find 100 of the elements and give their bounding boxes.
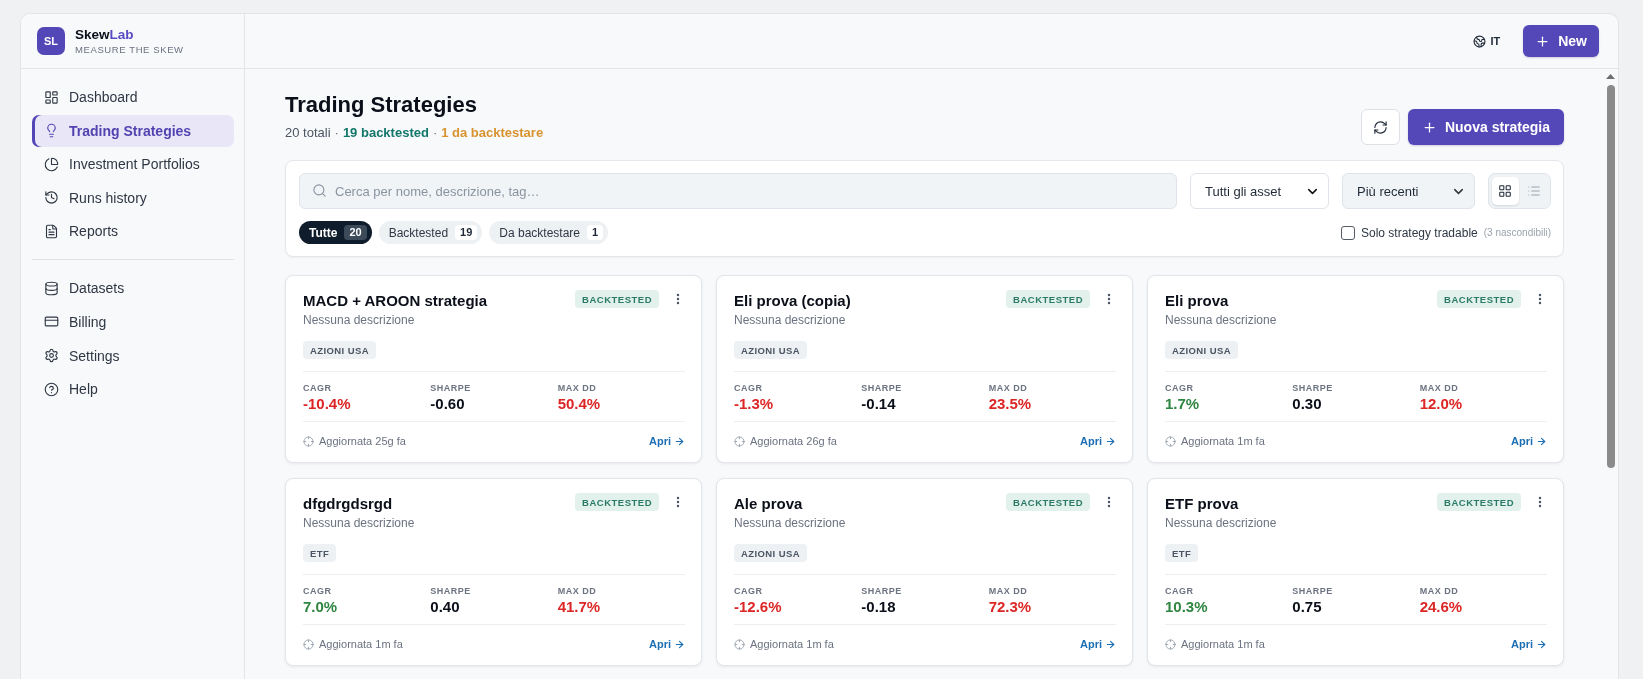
scroll-up-arrow-icon[interactable] bbox=[1606, 74, 1615, 79]
metric-label: CAGR bbox=[303, 383, 332, 394]
brand-name: SkewLab bbox=[75, 27, 135, 42]
metric-label: CAGR bbox=[303, 586, 332, 597]
document-icon bbox=[44, 223, 59, 239]
pie-chart-icon bbox=[44, 156, 59, 172]
count-badge: 1 bbox=[587, 225, 604, 240]
lightbulb-icon bbox=[44, 123, 59, 139]
sidebar-item[interactable]: Billing bbox=[32, 305, 234, 338]
filter-chip[interactable]: Tutte 20 bbox=[299, 221, 372, 244]
metric-value: -0.60 bbox=[430, 395, 465, 413]
asset-tag: AZIONI USA bbox=[734, 544, 807, 562]
sidebar-item[interactable]: Trading Strategies bbox=[32, 114, 234, 147]
metric-value: -0.18 bbox=[861, 598, 896, 616]
sidebar-item[interactable]: Runs history bbox=[32, 181, 234, 214]
sidebar-item[interactable]: Dashboard bbox=[32, 81, 234, 113]
plus-icon bbox=[1535, 33, 1551, 49]
metric-label: SHARPE bbox=[861, 383, 902, 394]
filter-chip[interactable]: Da backtestare 1 bbox=[489, 221, 609, 244]
new-button[interactable]: New bbox=[1523, 25, 1599, 57]
plus-icon bbox=[1421, 119, 1437, 135]
checkbox-label: Solo strategy tradable bbox=[1361, 225, 1478, 240]
metric-label: SHARPE bbox=[430, 383, 471, 394]
brand-tagline: MEASURE THE SKEW bbox=[75, 44, 184, 55]
database-icon bbox=[44, 280, 59, 296]
sidebar-item[interactable]: Reports bbox=[32, 215, 234, 248]
sort-select[interactable]: Più recenti bbox=[1342, 173, 1475, 209]
crosshair-icon bbox=[734, 638, 745, 650]
crosshair-icon bbox=[303, 435, 314, 447]
count-badge: 19 bbox=[455, 225, 478, 240]
open-link[interactable]: Apri bbox=[649, 435, 685, 447]
metric-value: 41.7% bbox=[557, 598, 601, 616]
metric-value: 7.0% bbox=[303, 598, 338, 616]
updated-text: Aggiornata 1m fa bbox=[750, 638, 834, 650]
grid-icon bbox=[1498, 184, 1513, 198]
arrow-right-icon bbox=[674, 638, 685, 650]
crosshair-icon bbox=[734, 435, 745, 447]
hint-text: (3 nascondibili) bbox=[1483, 227, 1551, 238]
search-icon bbox=[312, 183, 327, 198]
metric-value: 12.0% bbox=[1419, 395, 1463, 413]
sidebar-item[interactable]: Settings bbox=[32, 339, 234, 372]
count-badge: 20 bbox=[344, 225, 367, 240]
updated-text: Aggiornata 25g fa bbox=[319, 435, 406, 447]
metric-label: CAGR bbox=[1165, 383, 1194, 394]
metric-value: -1.3% bbox=[734, 395, 774, 413]
metric-value: 72.3% bbox=[988, 598, 1032, 616]
arrow-right-icon bbox=[1536, 435, 1547, 447]
metric-value: 0.75 bbox=[1292, 598, 1322, 616]
metric-label: CAGR bbox=[734, 383, 763, 394]
strategy-description: Nessuna descrizione bbox=[1165, 313, 1278, 328]
help-icon bbox=[44, 381, 59, 397]
asset-select[interactable]: Tutti gli asset bbox=[1190, 173, 1329, 209]
metric-label: SHARPE bbox=[1292, 586, 1333, 597]
search-field[interactable]: Cerca per nome, descrizione, tag… bbox=[299, 173, 1177, 209]
refresh-icon bbox=[1372, 119, 1388, 135]
open-link[interactable]: Apri bbox=[1511, 638, 1547, 650]
checkbox[interactable] bbox=[1341, 225, 1355, 240]
dashboard-icon bbox=[44, 89, 59, 105]
metric-value: 23.5% bbox=[988, 395, 1032, 413]
arrow-right-icon bbox=[1536, 638, 1547, 650]
metric-label: MAX DD bbox=[988, 383, 1028, 394]
updated-text: Aggiornata 26g fa bbox=[750, 435, 837, 447]
metric-value: -10.4% bbox=[303, 395, 351, 413]
open-link[interactable]: Apri bbox=[1511, 435, 1547, 447]
metric-value: 0.30 bbox=[1292, 395, 1322, 413]
filter-chip[interactable]: Backtested 19 bbox=[378, 221, 483, 244]
sidebar-item[interactable]: Help bbox=[32, 373, 234, 406]
metric-label: MAX DD bbox=[557, 586, 597, 597]
asset-tag: ETF bbox=[303, 544, 337, 562]
strategy-title: dfgdrgdsrgd bbox=[303, 494, 393, 514]
status-badge: BACKTESTED bbox=[575, 493, 659, 511]
status-badge: BACKTESTED bbox=[1437, 493, 1521, 511]
grid-view-button[interactable] bbox=[1492, 177, 1519, 205]
strategy-description: Nessuna descrizione bbox=[734, 516, 847, 531]
sidebar-item[interactable]: Datasets bbox=[32, 272, 234, 305]
brand-logo: SL bbox=[37, 27, 65, 55]
open-link[interactable]: Apri bbox=[649, 638, 685, 650]
arrow-right-icon bbox=[1105, 435, 1116, 447]
sidebar-item[interactable]: Investment Portfolios bbox=[32, 148, 234, 181]
metric-label: CAGR bbox=[1165, 586, 1194, 597]
updated-text: Aggiornata 1m fa bbox=[319, 638, 403, 650]
status-badge: BACKTESTED bbox=[1437, 290, 1521, 308]
updated-text: Aggiornata 1m fa bbox=[1181, 435, 1265, 447]
scrollbar-thumb[interactable] bbox=[1606, 85, 1615, 468]
metric-label: MAX DD bbox=[557, 383, 597, 394]
asset-tag: AZIONI USA bbox=[303, 341, 376, 359]
strategy-description: Nessuna descrizione bbox=[734, 313, 847, 328]
refresh-button[interactable] bbox=[1360, 109, 1400, 145]
metric-label: SHARPE bbox=[861, 586, 902, 597]
credit-card-icon bbox=[44, 314, 59, 330]
language-button[interactable]: IT bbox=[1473, 34, 1501, 48]
new-strategy-button[interactable]: Nuova strategia bbox=[1407, 109, 1564, 145]
metric-value: -12.6% bbox=[734, 598, 782, 616]
strategy-title: Ale prova bbox=[734, 494, 803, 514]
open-link[interactable]: Apri bbox=[1080, 638, 1116, 650]
strategy-title: MACD + AROON strategia bbox=[303, 291, 488, 311]
open-link[interactable]: Apri bbox=[1080, 435, 1116, 447]
metric-label: SHARPE bbox=[430, 586, 471, 597]
page-title: Trading Strategies bbox=[285, 92, 478, 118]
strategy-description: Nessuna descrizione bbox=[1165, 516, 1278, 531]
